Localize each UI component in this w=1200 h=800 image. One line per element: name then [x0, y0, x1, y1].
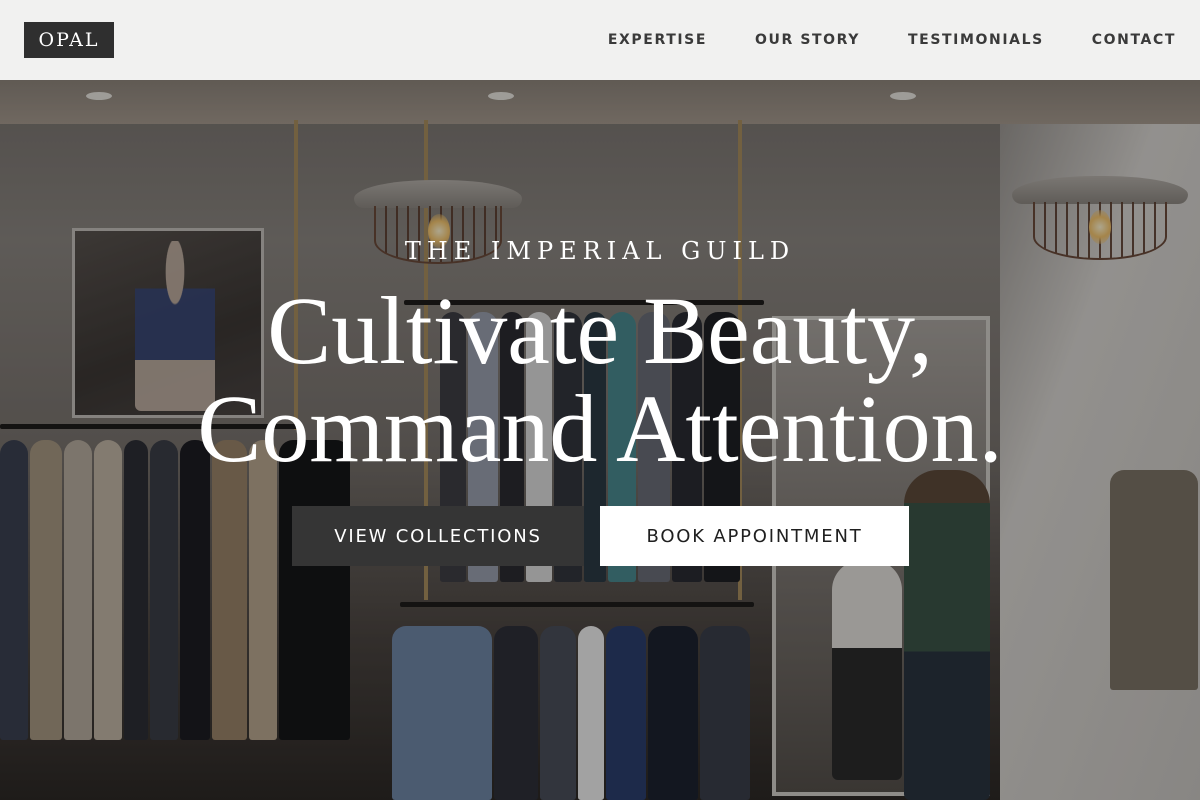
- view-collections-button[interactable]: VIEW COLLECTIONS: [292, 506, 584, 566]
- nav-link-contact[interactable]: CONTACT: [1092, 32, 1176, 48]
- hero-eyebrow: THE IMPERIAL GUILD: [404, 237, 796, 265]
- site-header: OPAL EXPERTISE OUR STORY TESTIMONIALS CO…: [0, 0, 1200, 80]
- main-nav: EXPERTISE OUR STORY TESTIMONIALS CONTACT: [560, 32, 1176, 48]
- hero-headline-line2: Command Attention.: [197, 375, 1003, 482]
- hero-section: THE IMPERIAL GUILD Cultivate Beauty, Com…: [0, 0, 1200, 800]
- hero-headline: Cultivate Beauty, Command Attention.: [0, 282, 1200, 478]
- nav-link-our-story[interactable]: OUR STORY: [755, 32, 860, 48]
- nav-link-expertise[interactable]: EXPERTISE: [608, 32, 707, 48]
- logo[interactable]: OPAL: [24, 22, 114, 58]
- hero-headline-line1: Cultivate Beauty,: [267, 277, 933, 384]
- nav-link-testimonials[interactable]: TESTIMONIALS: [908, 32, 1044, 48]
- book-appointment-button[interactable]: BOOK APPOINTMENT: [600, 506, 909, 566]
